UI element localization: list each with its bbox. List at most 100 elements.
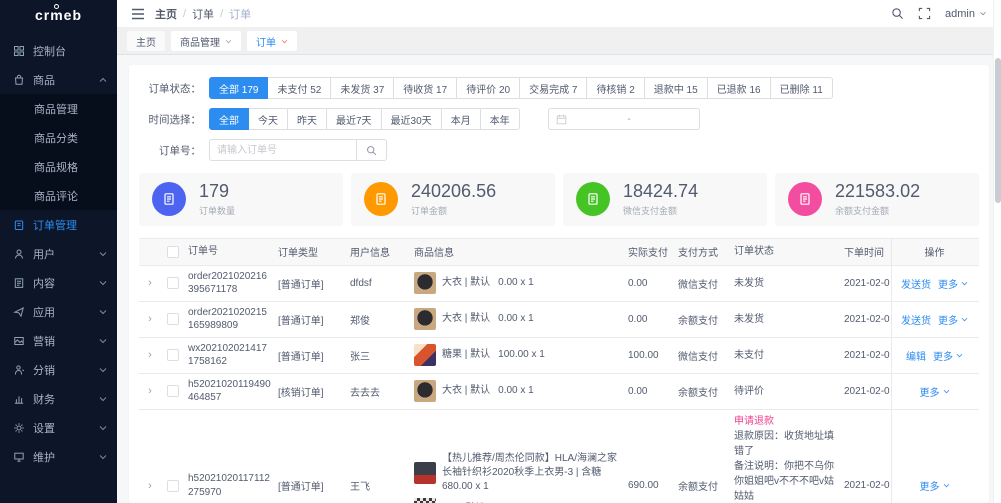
order-admin-app: crmeb 控制台 商品 商品管理 商品分类 商品规格 商品评论 订单管理 — [0, 0, 1001, 503]
expand-column-header — [139, 248, 161, 256]
sidebar-item-marketing[interactable]: 营销 — [0, 326, 117, 355]
time-year-button[interactable]: 本年 — [480, 108, 520, 130]
table-row: › h52021020119490464857 [核销订单] 去去去 大衣 | … — [139, 374, 979, 410]
col-pay-method: 支付方式 — [675, 240, 731, 263]
status-deleted-button[interactable]: 已删除 11 — [770, 77, 833, 99]
order-number-input[interactable] — [209, 139, 357, 161]
product-name: 大衣 | 默认 — [442, 385, 490, 396]
more-dropdown[interactable]: 更多 — [920, 478, 950, 493]
sidebar-item-label: 内容 — [33, 275, 55, 291]
order-status: 未发货 — [731, 308, 841, 331]
chevron-up-icon — [99, 77, 107, 83]
time-30days-button[interactable]: 最近30天 — [381, 108, 442, 130]
ship-button[interactable]: 发送货 — [901, 276, 931, 291]
sidebar-subitem-goods-manage[interactable]: 商品管理 — [0, 94, 117, 123]
stat-wechat-pay-amount: 18424.74 微信支付金额 — [563, 173, 767, 226]
page-scrollbar[interactable] — [993, 0, 1001, 503]
sidebar-item-label: 应用 — [33, 304, 55, 320]
user-icon — [13, 248, 25, 260]
sidebar-item-settings[interactable]: 设置 — [0, 413, 117, 442]
status-to-receive-button[interactable]: 待收货 17 — [393, 77, 457, 99]
status-refunding-button[interactable]: 退款中 15 — [644, 77, 708, 99]
row-checkbox[interactable] — [167, 349, 179, 361]
status-unpaid-button[interactable]: 未支付 52 — [267, 77, 331, 99]
tab-goods-manage[interactable]: 商品管理 — [171, 31, 241, 51]
filter-label: 订单状态： — [139, 81, 201, 96]
more-dropdown[interactable]: 更多 — [938, 276, 968, 291]
logo-ring-icon — [54, 4, 59, 9]
admin-user-dropdown[interactable]: admin — [945, 8, 987, 20]
expand-row-icon[interactable]: › — [139, 476, 161, 496]
pay-method: 微信支付 — [675, 272, 731, 295]
status-refunded-button[interactable]: 已退款 16 — [707, 77, 771, 99]
sidebar-subitem-goods-review[interactable]: 商品评论 — [0, 181, 117, 210]
status-all-button[interactable]: 全部 179 — [209, 77, 268, 99]
sidebar-item-content[interactable]: 内容 — [0, 268, 117, 297]
sidebar-item-goods[interactable]: 商品 — [0, 65, 117, 94]
breadcrumb-orders[interactable]: 订单 — [192, 6, 214, 22]
col-actual-pay: 实际支付 — [625, 240, 675, 263]
paper-plane-icon — [13, 306, 25, 318]
order-search-button[interactable] — [357, 139, 387, 161]
sidebar: crmeb 控制台 商品 商品管理 商品分类 商品规格 商品评论 订单管理 — [0, 0, 117, 503]
col-product-info: 商品信息 — [411, 240, 625, 263]
pay-method: 余额支付 — [675, 308, 731, 331]
time-today-button[interactable]: 今天 — [248, 108, 288, 130]
checkbox[interactable] — [167, 246, 179, 258]
sidebar-item-dashboard[interactable]: 控制台 — [0, 36, 117, 65]
user-name: dfdsf — [347, 274, 411, 293]
sidebar-item-users[interactable]: 用户 — [0, 239, 117, 268]
actual-pay: 100.00 — [625, 346, 675, 365]
status-unshipped-button[interactable]: 未发货 37 — [330, 77, 394, 99]
expand-row-icon[interactable]: › — [139, 345, 161, 365]
more-dropdown[interactable]: 更多 — [920, 384, 950, 399]
sidebar-item-orders[interactable]: 订单管理 — [0, 210, 117, 239]
product-thumbnail — [414, 308, 436, 330]
fullscreen-icon[interactable] — [918, 7, 931, 20]
scrollbar-thumb[interactable] — [995, 58, 1001, 203]
ship-button[interactable]: 发送货 — [901, 312, 931, 327]
tab-home[interactable]: 主页 — [127, 31, 165, 51]
sidebar-subitem-goods-category[interactable]: 商品分类 — [0, 123, 117, 152]
order-status: 未支付 — [731, 344, 841, 367]
sidebar-item-distribution[interactable]: 分销 — [0, 355, 117, 384]
more-dropdown[interactable]: 更多 — [938, 312, 968, 327]
row-checkbox[interactable] — [167, 313, 179, 325]
edit-button[interactable]: 编辑 — [906, 348, 926, 363]
main-area: 主页 / 订单 / 订单 admin 主页 商品管理 — [117, 0, 1001, 503]
select-all-checkbox[interactable] — [161, 242, 185, 262]
tab-orders[interactable]: 订单 — [247, 31, 297, 51]
order-clipboard-icon — [13, 219, 25, 231]
sidebar-item-finance[interactable]: 财务 — [0, 384, 117, 413]
product-thumbnail — [414, 498, 436, 503]
status-to-verify-button[interactable]: 待核销 2 — [586, 77, 644, 99]
expand-row-icon[interactable]: › — [139, 273, 161, 293]
row-checkbox[interactable] — [167, 385, 179, 397]
time-7days-button[interactable]: 最近7天 — [326, 108, 382, 130]
status-completed-button[interactable]: 交易完成 7 — [519, 77, 587, 99]
more-dropdown[interactable]: 更多 — [933, 348, 963, 363]
sidebar-item-maintenance[interactable]: 维护 — [0, 442, 117, 471]
row-checkbox[interactable] — [167, 277, 179, 289]
refund-apply-label: 申请退款 — [734, 414, 838, 429]
col-user-info: 用户信息 — [347, 240, 411, 263]
expand-row-icon[interactable]: › — [139, 309, 161, 329]
time-all-button[interactable]: 全部 — [209, 108, 249, 130]
expand-row-icon[interactable]: › — [139, 381, 161, 401]
product-line: 【热儿推荐/周杰伦同款】HLA/海澜之家长袖针织衫2020秋季上衣男-3 | 含… — [414, 452, 622, 494]
search-icon[interactable] — [891, 7, 904, 20]
order-amount-icon — [364, 182, 398, 216]
actual-pay: 690.00 — [625, 476, 675, 495]
product-price-qty: 100.00 x 1 — [498, 349, 545, 360]
status-to-review-button[interactable]: 待评价 20 — [456, 77, 520, 99]
app-logo[interactable]: crmeb — [0, 0, 117, 30]
sidebar-item-apps[interactable]: 应用 — [0, 297, 117, 326]
breadcrumb-home[interactable]: 主页 — [155, 6, 177, 22]
filter-label: 时间选择： — [139, 112, 201, 127]
date-range-picker[interactable]: - — [548, 108, 700, 130]
row-checkbox[interactable] — [167, 480, 179, 492]
time-yesterday-button[interactable]: 昨天 — [287, 108, 327, 130]
time-month-button[interactable]: 本月 — [441, 108, 481, 130]
sidebar-subitem-goods-spec[interactable]: 商品规格 — [0, 152, 117, 181]
collapse-menu-icon[interactable] — [131, 8, 145, 20]
